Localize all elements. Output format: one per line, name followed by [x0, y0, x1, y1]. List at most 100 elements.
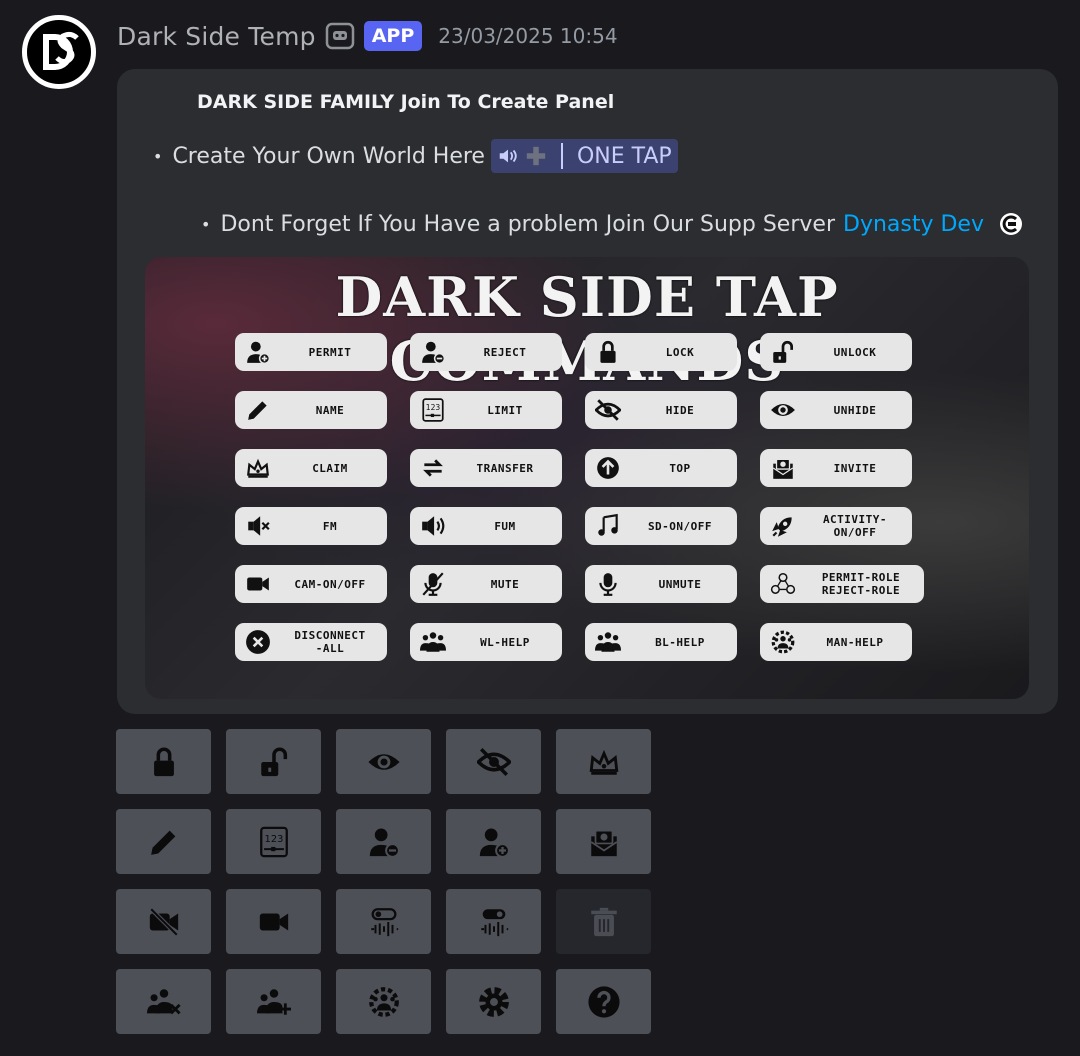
- soundboard-off-button[interactable]: [446, 889, 541, 954]
- channel-mention-label: ONE TAP: [576, 143, 672, 169]
- command-label: MAN-HELP: [826, 635, 884, 649]
- separator: [560, 143, 563, 169]
- embed-title: DARK SIDE FAMILY Join To Create Panel: [197, 91, 615, 113]
- command-label: REJECT: [483, 345, 527, 359]
- crown-button[interactable]: [556, 729, 651, 794]
- soundboard-on-button[interactable]: [336, 889, 431, 954]
- author-name[interactable]: Dark Side Temp: [117, 22, 316, 51]
- gear-button[interactable]: [446, 969, 541, 1034]
- camera-off-icon: [149, 907, 178, 936]
- limit-123-icon: 123: [259, 826, 288, 857]
- lock-button[interactable]: [116, 729, 211, 794]
- user-plus-button[interactable]: [446, 809, 541, 874]
- commands-banner-image[interactable]: DARK SIDE TAP COMMANDS PERMITREJECTLOCKU…: [145, 257, 1029, 699]
- command-pill: TOP: [585, 449, 737, 487]
- user-minus-icon: [418, 337, 448, 367]
- eye-slash-icon: [595, 399, 621, 421]
- group-icon: [418, 627, 448, 657]
- group-gear-icon: [768, 627, 798, 657]
- command-label: INVITE: [833, 461, 877, 475]
- invite-icon: [590, 829, 617, 856]
- invite-icon: [772, 458, 794, 479]
- command-pill: CLAIM: [235, 449, 387, 487]
- music-note-icon: [593, 511, 623, 541]
- bullet: •: [153, 146, 163, 166]
- x-circle-icon: [243, 627, 273, 657]
- avatar[interactable]: [22, 15, 96, 89]
- invite-icon: [768, 453, 798, 483]
- svg-text:123: 123: [426, 403, 441, 412]
- user-plus-icon: [479, 828, 510, 858]
- command-pill: REJECT: [410, 333, 562, 371]
- command-label: PERMIT: [308, 345, 352, 359]
- command-label: UNHIDE: [833, 403, 877, 417]
- trash-button: [556, 889, 651, 954]
- embed-panel: DARK SIDE FAMILY Join To Create Panel • …: [117, 69, 1058, 714]
- command-label: UNMUTE: [658, 577, 702, 591]
- command-label: CAM-ON/OFF: [294, 577, 366, 591]
- command-pill: PERMIT: [235, 333, 387, 371]
- role-icon: [770, 572, 796, 594]
- channel-mention[interactable]: ONE TAP: [490, 139, 678, 173]
- rocket-icon: [768, 511, 798, 541]
- command-label: HIDE: [665, 403, 695, 417]
- camera-off-button[interactable]: [116, 889, 211, 954]
- command-label: CLAIM: [312, 461, 348, 475]
- invite-button[interactable]: [556, 809, 651, 874]
- group-x-icon: [146, 988, 181, 1014]
- speaker-icon: [422, 516, 445, 536]
- button-row: [116, 889, 651, 954]
- camera-icon: [243, 569, 273, 599]
- command-label: TRANSFER: [476, 461, 534, 475]
- rocket-icon: [772, 517, 792, 537]
- command-pill: CAM-ON/OFF: [235, 565, 387, 603]
- x-circle-icon: [246, 630, 270, 654]
- limit-123-icon: 123: [418, 395, 448, 425]
- command-label: SD-ON/OFF: [647, 519, 713, 533]
- trash-icon: [590, 907, 617, 936]
- command-label: WL-HELP: [480, 635, 530, 649]
- support-server-link[interactable]: Dynasty Dev: [843, 212, 984, 237]
- group-icon: [420, 632, 446, 652]
- lock-icon: [593, 337, 623, 367]
- speaker-icon: [499, 149, 517, 163]
- command-label: TOP: [669, 461, 691, 475]
- command-label: PERMIT-ROLE REJECT-ROLE: [821, 571, 901, 597]
- transfer-icon: [423, 459, 443, 477]
- arrow-up-circle-icon: [593, 453, 623, 483]
- command-pill: SD-ON/OFF: [585, 507, 737, 545]
- eye-button[interactable]: [336, 729, 431, 794]
- command-pill: NAME: [235, 391, 387, 429]
- command-pill: FM: [235, 507, 387, 545]
- soundboard-off-icon: [480, 908, 508, 936]
- command-label: NAME: [315, 403, 345, 417]
- command-pill: INVITE: [760, 449, 912, 487]
- group-gear-button[interactable]: [336, 969, 431, 1034]
- gear-icon: [478, 986, 509, 1017]
- button-row: [116, 969, 651, 1034]
- embed-line-support: • Dont Forget If You Have a problem Join…: [201, 211, 1024, 237]
- commands-grid: PERMIT REJECT LOCK UNLOCK NAME 123 LIMIT HIDE UN…: [235, 333, 935, 661]
- transfer-icon: [418, 453, 448, 483]
- question-button[interactable]: [556, 969, 651, 1034]
- soundboard-on-icon: [370, 907, 398, 936]
- limit-123-button[interactable]: 123: [226, 809, 321, 874]
- speaker-mute-icon: [248, 516, 270, 536]
- unlock-button[interactable]: [226, 729, 321, 794]
- bot-icon: [324, 21, 356, 51]
- unlock-icon: [260, 747, 287, 776]
- command-pill: PERMIT-ROLE REJECT-ROLE: [760, 565, 924, 603]
- pencil-button[interactable]: [116, 809, 211, 874]
- message-header: Dark Side Temp APP 23/03/2025 10:54: [117, 18, 618, 54]
- group-plus-button[interactable]: [226, 969, 321, 1034]
- speaker-icon: [418, 511, 448, 541]
- user-minus-icon: [422, 341, 446, 365]
- group-x-button[interactable]: [116, 969, 211, 1034]
- camera-button[interactable]: [226, 889, 321, 954]
- server-emoji-icon: [999, 213, 1022, 235]
- app-badge: APP: [363, 21, 423, 51]
- group-plus-icon: [256, 988, 291, 1015]
- lock-icon: [600, 340, 616, 363]
- eye-slash-button[interactable]: [446, 729, 541, 794]
- user-minus-button[interactable]: [336, 809, 431, 874]
